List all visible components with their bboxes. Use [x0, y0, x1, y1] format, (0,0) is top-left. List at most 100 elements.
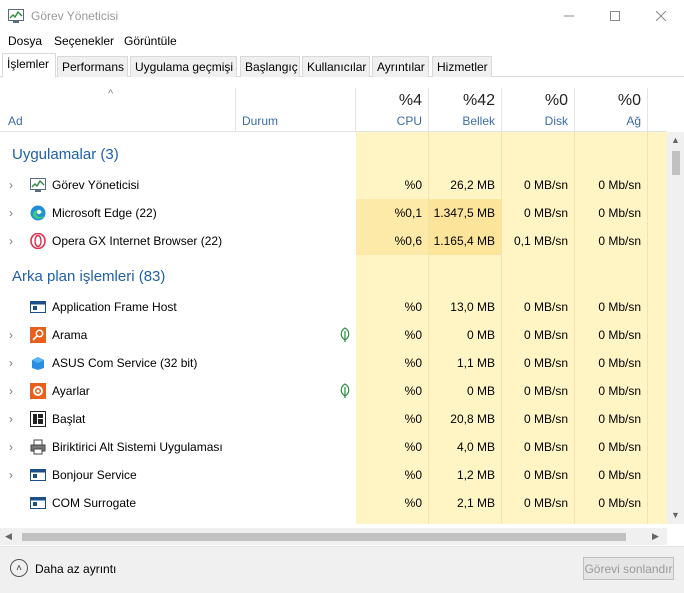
maximize-button[interactable] — [592, 0, 638, 32]
tab-processes[interactable]: İşlemler — [2, 53, 56, 78]
disk-value: 0 MB/sn — [523, 412, 568, 426]
chevron-right-icon[interactable]: › — [9, 178, 13, 192]
memory-value: 0 MB — [466, 328, 495, 342]
network-value: 0 Mb/sn — [598, 468, 641, 482]
disk-value: 0 MB/sn — [523, 468, 568, 482]
chevron-right-icon[interactable]: › — [9, 412, 13, 426]
fewer-details-icon[interactable]: ˄ — [10, 559, 28, 577]
scroll-down-arrow-icon[interactable]: ▼ — [671, 510, 680, 520]
tab-performance[interactable]: Performans — [57, 56, 128, 77]
memory-value: 0 MB — [466, 384, 495, 398]
chevron-right-icon[interactable]: › — [9, 440, 13, 454]
disk-total-pct[interactable]: %0 — [508, 92, 568, 110]
network-value: 0 Mb/sn — [598, 356, 641, 370]
column-status[interactable]: Durum — [242, 114, 278, 128]
process-name: Arama — [52, 328, 88, 342]
sort-up-icon[interactable]: ^ — [108, 88, 113, 100]
minimize-button[interactable] — [546, 0, 592, 32]
menu-bar: Dosya Seçenekler Görüntüle — [0, 33, 684, 51]
memory-total-pct[interactable]: %42 — [435, 92, 495, 110]
disk-value: 0 MB/sn — [523, 440, 568, 454]
scroll-left-arrow-icon[interactable]: ◀ — [5, 531, 12, 542]
process-row[interactable]: › Biriktirici Alt Sistemi Uygulaması %0 … — [0, 433, 667, 461]
tab-bar: İşlemler Performans Uygulama geçmişi Baş… — [0, 53, 684, 78]
group-background-title[interactable]: Arka plan işlemleri (83) — [12, 268, 165, 285]
menu-file[interactable]: Dosya — [8, 34, 42, 48]
process-row[interactable]: › Arama %0 0 MB 0 MB/sn 0 Mb/sn — [0, 321, 667, 349]
process-name: Bonjour Service — [52, 468, 137, 482]
network-total-pct[interactable]: %0 — [581, 92, 641, 110]
menu-options[interactable]: Seçenekler — [54, 34, 114, 48]
chevron-right-icon[interactable]: › — [9, 234, 13, 248]
network-value: 0 Mb/sn — [598, 496, 641, 510]
process-row[interactable]: › Opera GX Internet Browser (22) %0,6 1.… — [0, 227, 667, 255]
process-name: Microsoft Edge (22) — [52, 206, 157, 220]
close-icon — [656, 11, 666, 21]
horizontal-scroll-thumb[interactable] — [22, 533, 626, 541]
process-row[interactable]: › ASUS Com Service (32 bit) %0 1,1 MB 0 … — [0, 349, 667, 377]
process-name: Biriktirici Alt Sistemi Uygulaması — [52, 440, 223, 454]
group-apps-title[interactable]: Uygulamalar (3) — [12, 146, 119, 163]
process-name: ASUS Com Service (32 bit) — [52, 356, 198, 370]
column-cpu[interactable]: CPU — [362, 114, 422, 128]
network-value: 0 Mb/sn — [598, 300, 641, 314]
menu-view[interactable]: Görüntüle — [124, 34, 177, 48]
settings-app-icon — [30, 383, 46, 399]
scroll-right-arrow-icon[interactable]: ▶ — [652, 531, 659, 542]
maximize-icon — [610, 11, 620, 21]
column-network[interactable]: Ağ — [581, 114, 641, 128]
process-row[interactable]: › Ayarlar %0 0 MB 0 MB/sn 0 Mb/sn — [0, 377, 667, 405]
asus-service-icon — [32, 357, 44, 370]
network-value: 0 Mb/sn — [598, 384, 641, 398]
start-icon — [30, 411, 46, 427]
tab-app-history[interactable]: Uygulama geçmişi — [130, 56, 237, 77]
column-divider — [428, 88, 429, 132]
scroll-up-arrow-icon[interactable]: ▲ — [671, 135, 680, 145]
suspended-leaf-icon — [340, 383, 350, 398]
close-button[interactable] — [638, 0, 684, 32]
cpu-value: %0 — [404, 356, 422, 370]
column-name[interactable]: Ad — [8, 114, 23, 128]
title-bar: Görev Yöneticisi — [0, 0, 684, 32]
cpu-total-pct[interactable]: %4 — [362, 92, 422, 110]
fewer-details-link[interactable]: Daha az ayrıntı — [35, 562, 116, 576]
memory-value: 1,1 MB — [456, 356, 495, 370]
chevron-right-icon[interactable]: › — [9, 206, 13, 220]
tab-users[interactable]: Kullanıcılar — [302, 56, 370, 77]
column-memory[interactable]: Bellek — [435, 114, 495, 128]
column-header: ^ Ad Durum %4 CPU %42 Bellek %0 Disk %0 … — [0, 88, 667, 132]
disk-value: 0 MB/sn — [523, 384, 568, 398]
column-disk[interactable]: Disk — [508, 114, 568, 128]
disk-value: 0 MB/sn — [523, 496, 568, 510]
process-name: Başlat — [52, 412, 86, 426]
cpu-value: %0,1 — [394, 206, 422, 220]
chevron-right-icon[interactable]: › — [9, 328, 13, 342]
network-value: 0 Mb/sn — [598, 234, 641, 248]
service-window-icon — [30, 497, 46, 509]
tab-services[interactable]: Hizmetler — [432, 56, 492, 77]
process-row[interactable]: Application Frame Host %0 13,0 MB 0 MB/s… — [0, 293, 667, 321]
process-row[interactable]: COM Surrogate %0 2,1 MB 0 MB/sn 0 Mb/sn — [0, 489, 667, 517]
process-name: COM Surrogate — [52, 496, 137, 510]
cpu-value: %0 — [404, 178, 422, 192]
task-manager-icon — [30, 178, 46, 192]
memory-value: 4,0 MB — [456, 440, 495, 454]
tab-details[interactable]: Ayrıntılar — [372, 56, 429, 77]
chevron-right-icon[interactable]: › — [9, 468, 13, 482]
vertical-scrollbar[interactable]: ▲ ▼ — [667, 132, 684, 524]
cpu-value: %0 — [404, 468, 422, 482]
memory-value: 20,8 MB — [450, 412, 495, 426]
horizontal-scrollbar[interactable]: ◀ ▶ — [0, 528, 667, 545]
vertical-scroll-thumb[interactable] — [672, 151, 680, 175]
disk-value: 0 MB/sn — [523, 300, 568, 314]
cpu-value: %0 — [404, 384, 422, 398]
process-row[interactable]: › Microsoft Edge (22) %0,1 1.347,5 MB 0 … — [0, 199, 667, 227]
process-row[interactable]: › Görev Yöneticisi %0 26,2 MB 0 MB/sn 0 … — [0, 171, 667, 199]
chevron-right-icon[interactable]: › — [9, 356, 13, 370]
end-task-button[interactable]: Görevi sonlandır — [583, 557, 674, 580]
chevron-right-icon[interactable]: › — [9, 384, 13, 398]
memory-value: 13,0 MB — [450, 300, 495, 314]
process-row[interactable]: › Başlat %0 20,8 MB 0 MB/sn 0 Mb/sn — [0, 405, 667, 433]
tab-startup[interactable]: Başlangıç — [240, 56, 300, 77]
process-row[interactable]: › Bonjour Service %0 1,2 MB 0 MB/sn 0 Mb… — [0, 461, 667, 489]
